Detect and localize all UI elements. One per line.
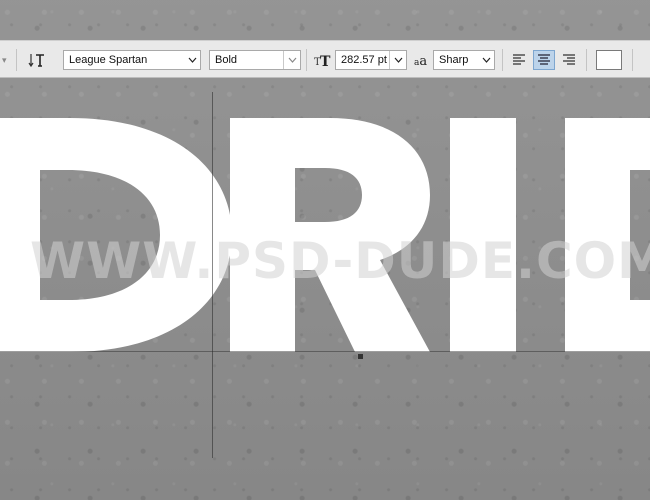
text-color-swatch[interactable] <box>596 50 622 70</box>
divider <box>632 49 633 71</box>
svg-text:T: T <box>320 54 331 68</box>
divider <box>16 49 17 71</box>
font-size-input[interactable]: 282.57 pt <box>335 50 407 70</box>
font-size-value: 282.57 pt <box>341 54 387 66</box>
align-right-icon <box>563 54 575 65</box>
divider <box>306 49 307 71</box>
anti-alias-select[interactable]: Sharp <box>433 50 495 70</box>
text-baseline <box>0 351 650 352</box>
font-style-value: Bold <box>215 54 238 66</box>
align-center-button[interactable] <box>533 50 555 70</box>
chevron-down-icon <box>283 51 300 69</box>
chevron-down-icon <box>389 51 406 69</box>
text-orientation-icon <box>28 54 44 68</box>
toggle-text-orientation-button[interactable] <box>26 50 48 70</box>
vertical-guide[interactable] <box>212 92 213 458</box>
chevron-down-icon <box>184 51 200 69</box>
text-tool-options-bar: ▾ League Spartan Bold T T 282.57 pt aa S… <box>0 40 650 78</box>
anti-alias-value: Sharp <box>439 54 469 66</box>
divider <box>586 49 587 71</box>
align-right-button[interactable] <box>558 50 580 70</box>
align-left-icon <box>513 54 525 65</box>
text-anchor-handle[interactable] <box>358 354 363 359</box>
font-family-select[interactable]: League Spartan <box>63 50 201 70</box>
align-center-icon <box>538 54 550 65</box>
font-family-value: League Spartan <box>69 54 148 66</box>
divider <box>502 49 503 71</box>
font-size-icon: T T <box>312 50 334 70</box>
align-left-button[interactable] <box>508 50 530 70</box>
anti-alias-icon: aa <box>414 54 428 69</box>
chevron-down-icon <box>478 51 494 69</box>
watermark-text: WWW.PSD-DUDE.COM <box>30 232 650 290</box>
font-style-select[interactable]: Bold <box>209 50 301 70</box>
tool-preset-chevron-icon[interactable]: ▾ <box>2 50 12 70</box>
